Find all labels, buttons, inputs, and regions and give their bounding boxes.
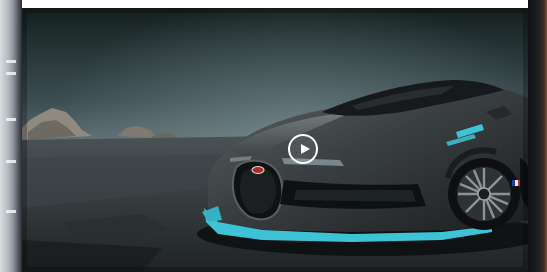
video-thumbnail xyxy=(22,8,528,272)
left-background-strip xyxy=(0,0,22,272)
strip-mark xyxy=(6,210,16,213)
strip-mark xyxy=(6,72,16,75)
page xyxy=(0,0,547,272)
strip-mark xyxy=(6,118,16,121)
top-margin xyxy=(22,0,528,8)
video-player[interactable] xyxy=(22,8,528,272)
strip-mark xyxy=(6,60,16,63)
right-background-strip xyxy=(528,0,547,272)
play-icon xyxy=(301,144,310,154)
strip-mark xyxy=(6,160,16,163)
play-button[interactable] xyxy=(288,134,318,164)
